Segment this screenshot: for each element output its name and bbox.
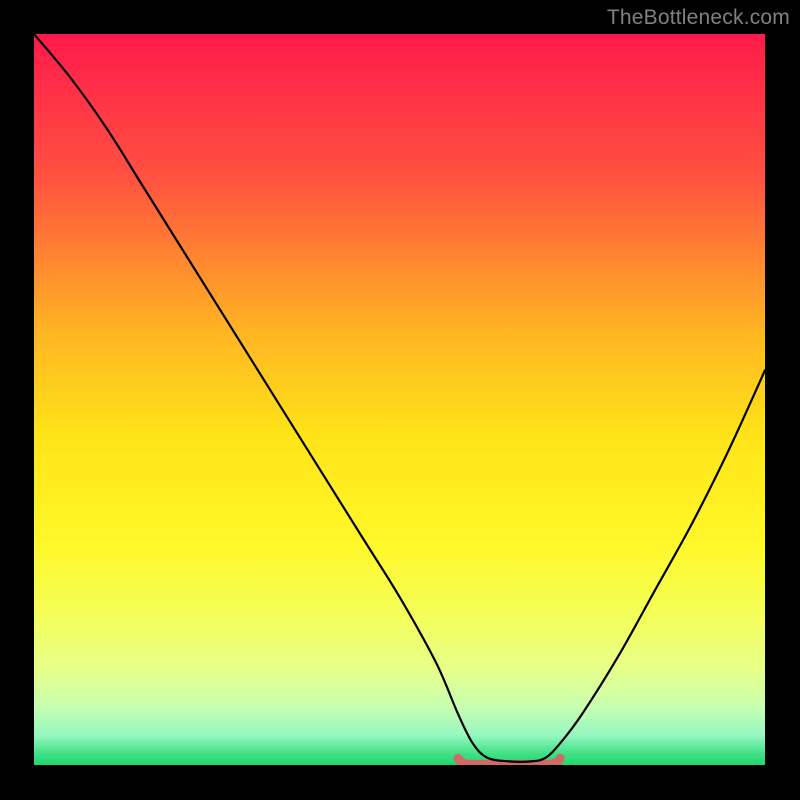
plot-area (34, 34, 765, 765)
chart-background-gradient (34, 34, 765, 765)
chart-svg (34, 34, 765, 765)
watermark-text: TheBottleneck.com (607, 6, 790, 30)
chart-frame: TheBottleneck.com (0, 0, 800, 800)
